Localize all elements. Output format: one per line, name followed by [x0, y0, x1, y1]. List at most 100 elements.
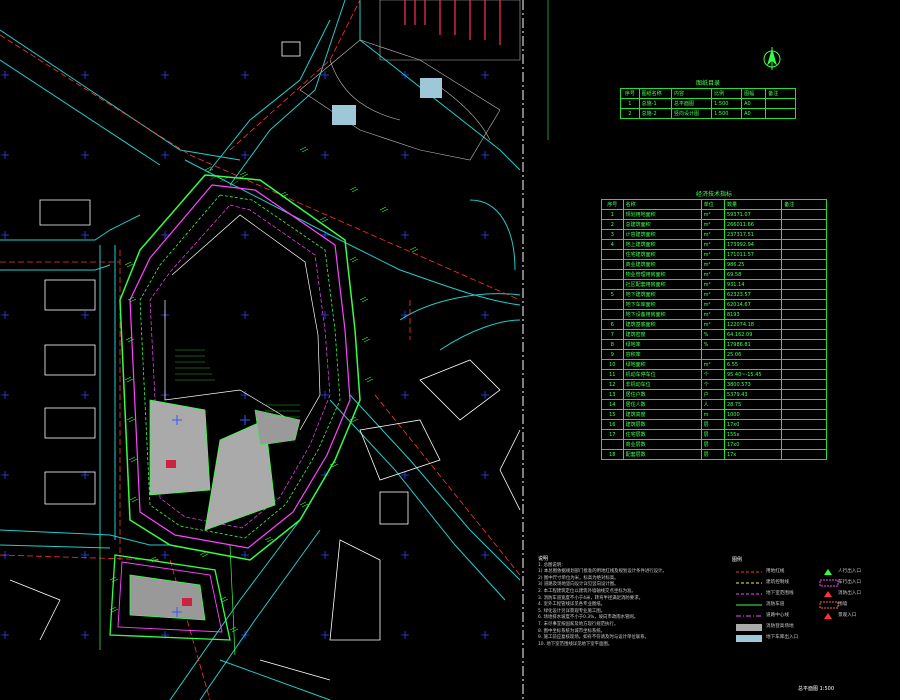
table-cell: 6.55 [723, 359, 783, 370]
legend-label: 消防出入口 [838, 591, 861, 596]
table-cell: 居住户数 [622, 389, 702, 400]
annotation-tick [128, 456, 138, 463]
table-cell: 住宅层数 [622, 429, 702, 440]
table-cell [781, 399, 827, 410]
table-cell: 配套层数 [622, 449, 702, 460]
table-cell: 层 [700, 439, 725, 450]
table-cell: m² [700, 289, 725, 300]
grid-cross [161, 71, 169, 79]
grid-cross [401, 231, 409, 239]
grid-cross [81, 151, 89, 159]
table-cell: 备注 [781, 199, 827, 210]
table-cell: 总平面图 [670, 98, 713, 109]
table-cell: 备注 [765, 88, 796, 99]
table-cell: m [700, 409, 725, 420]
table-cell: 机动车停车位 [622, 369, 702, 380]
table-cell: m² [700, 239, 725, 250]
tech-indicators-table: 序号 名称 单位 数量 备注 1 规划用地面积 m² 59371.07 2 总建筑面积 m² 26601… [601, 199, 827, 460]
table-cell: 1 [620, 98, 640, 109]
table-cell: 总施-1 [638, 98, 672, 109]
table-cell: 122074.18 [723, 319, 783, 330]
table-cell: 图纸名称 [638, 88, 672, 99]
table-cell [781, 439, 827, 450]
table-cell [601, 249, 624, 260]
table-row: 18 配套层数层 17ⅹ [601, 449, 827, 460]
grid-cross [481, 151, 489, 159]
table-cell: m² [700, 319, 725, 330]
table-row: 7 建筑密度% 64.162.09 [601, 329, 827, 340]
legend-swatch [824, 569, 832, 575]
grid-cross [481, 631, 489, 639]
table-row: 2 总施-2 竖向设计图 1:500 A0 [620, 108, 796, 119]
legend-swatch [824, 591, 832, 597]
table-cell: 266011.66 [723, 219, 783, 230]
table-row: 8 绿地率% 17986.81 [601, 339, 827, 350]
table-cell: 绿地率 [622, 339, 702, 350]
table-cell: 居住人数 [622, 399, 702, 410]
table-cell [781, 389, 827, 400]
table-cell: 社区配套用房面积 [622, 279, 702, 290]
table-cell [601, 299, 624, 310]
hatching [175, 174, 300, 418]
table-cell: 11 [601, 369, 624, 380]
grid-cross [1, 71, 9, 79]
legend-label: 道路中心线 [766, 613, 789, 618]
table-cell: % [700, 329, 725, 340]
table-row: 11 机动车停车位个 95.40~-15.45 [601, 369, 827, 380]
legend-label: 消防登高场地 [766, 624, 794, 629]
annotation-tick [319, 216, 329, 223]
table-cell [781, 259, 827, 270]
grid-cross [241, 231, 249, 239]
grid-cross [81, 391, 89, 399]
table-cell: m² [700, 309, 725, 320]
table-cell [765, 108, 796, 119]
table-cell [781, 419, 827, 430]
north-plaza-1 [332, 105, 356, 125]
table-cell: 总建筑面积 [622, 219, 702, 230]
table-cell: 个 [700, 369, 725, 380]
table-cell: 非机动车位 [622, 379, 702, 390]
table-cell: 住宅建筑面积 [622, 249, 702, 260]
table-cell: 5 [601, 289, 624, 300]
table-cell: 人 [700, 399, 725, 410]
table-cell: 9 [601, 349, 624, 360]
annotation-tick [349, 186, 359, 193]
table-row: 1 规划用地面积 m² 59371.07 [601, 209, 827, 220]
table-cell: 7 [601, 329, 624, 340]
grid-cross [321, 151, 329, 159]
grid-cross [481, 391, 489, 399]
annotation-tick [127, 296, 137, 303]
table-cell: 物业管理用房面积 [622, 269, 702, 280]
table-cell: 商业层数 [622, 439, 702, 450]
table-cell: 序号 [620, 88, 640, 99]
grid-cross [161, 551, 169, 559]
table-cell: 内容 [670, 88, 713, 99]
north-development [299, 0, 521, 161]
grid-cross [321, 71, 329, 79]
table-cell [781, 219, 827, 230]
annotation-tick [129, 496, 139, 503]
table-cell: 地上建筑面积 [622, 239, 702, 250]
annotation-tick [125, 336, 135, 343]
table-cell [781, 289, 827, 300]
annotation-tick [349, 256, 359, 263]
table-cell: 17986.81 [723, 339, 783, 350]
table-row: 商业建筑面积 m² 986.25 [601, 259, 827, 270]
grid-cross [321, 391, 329, 399]
table-cell: 17ⅹ [723, 449, 783, 460]
north-plaza-2 [420, 78, 442, 98]
table-cell: A0 [741, 98, 767, 109]
table-cell: 个 [700, 379, 725, 390]
table-cell: 地下建筑面积 [622, 289, 702, 300]
notes-heading: 说明 [538, 556, 549, 562]
table-cell: 比例 [711, 88, 743, 99]
table-cell: 户 [700, 389, 725, 400]
note-line: 2. 本工程建筑定位以建筑外墙轴线交点坐标为准。 [538, 588, 636, 594]
legend-swatch [819, 601, 839, 609]
legend-label: 景观入口 [838, 613, 857, 618]
grid-cross [241, 71, 249, 79]
drawing-index-table: 序号 图纸名称 内容 比例 图幅 备注 1 总施-1 总平面图 1:500 A0 2 总施-2 竖向设计图… [620, 88, 796, 119]
table-row: 15 建筑高度 m 1000 [601, 409, 827, 420]
table-cell: 155ⅹ [723, 429, 783, 440]
table-header-row: 序号 名称 单位 数量 备注 [601, 199, 827, 210]
